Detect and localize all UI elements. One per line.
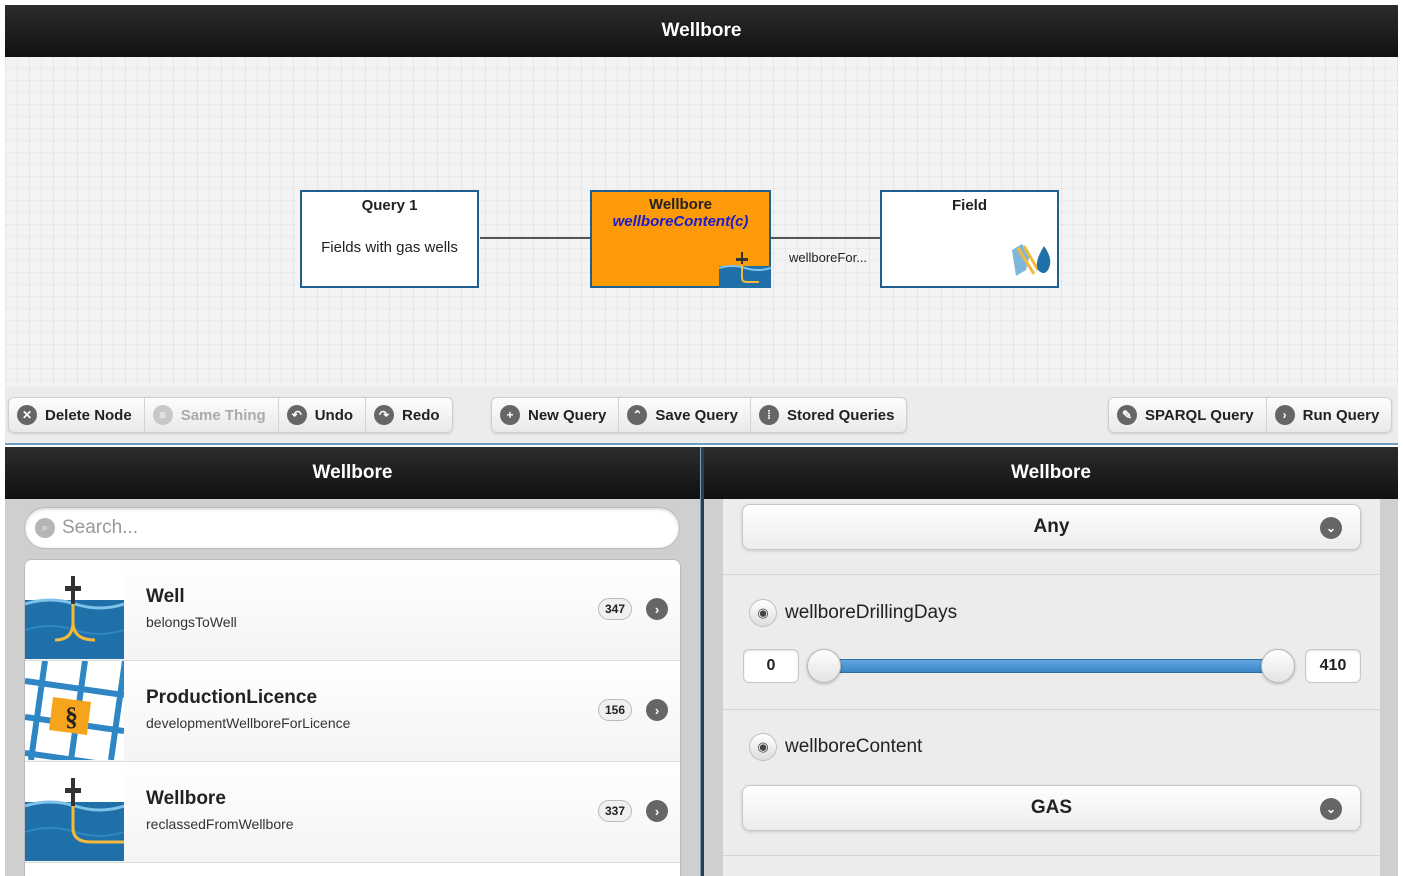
item-subtitle: developmentWellboreForLicence bbox=[146, 715, 351, 731]
content-select[interactable]: GAS ⌄ bbox=[742, 785, 1361, 831]
item-title: Well bbox=[146, 586, 185, 607]
chevron-right-icon[interactable]: › bbox=[646, 800, 668, 822]
edge-label[interactable]: wellboreFor... bbox=[789, 250, 867, 265]
facet-header: ◉ wellboreContent bbox=[749, 733, 922, 761]
save-query-button[interactable]: ⌃ Save Query bbox=[619, 398, 751, 432]
plus-icon: + bbox=[500, 405, 520, 425]
select-value: Any bbox=[1033, 516, 1070, 537]
search-bar: ⌕ bbox=[24, 507, 680, 549]
item-subtitle: belongsToWell bbox=[146, 614, 237, 630]
grid-icon: ⁞ bbox=[758, 405, 779, 425]
button-label: Save Query bbox=[655, 406, 738, 424]
range-slider-min-handle[interactable] bbox=[807, 649, 841, 683]
range-slider-max-handle[interactable] bbox=[1261, 649, 1295, 683]
node-subtitle: wellboreContent(c) bbox=[612, 213, 749, 230]
type-select[interactable]: Any ⌄ bbox=[742, 504, 1361, 550]
chevron-right-icon[interactable]: › bbox=[646, 598, 668, 620]
list-item[interactable]: Wellbore reclassedFromWellbore 337 › bbox=[25, 762, 680, 863]
navigation-panel: Wellbore ⌕ Well belongsToWell bbox=[5, 447, 700, 876]
same-thing-button[interactable]: ≡ Same Thing bbox=[145, 398, 279, 432]
eye-hidden-icon[interactable]: ◉ bbox=[749, 733, 777, 761]
button-label: Delete Node bbox=[45, 406, 132, 424]
panel-title: Wellbore bbox=[1011, 462, 1091, 483]
item-subtitle: reclassedFromWellbore bbox=[146, 816, 294, 832]
count-badge: 347 bbox=[597, 598, 632, 620]
graph-edge bbox=[771, 237, 883, 239]
toolbar: ✕ Delete Node ≡ Same Thing ↶ Undo ↷ Redo + Ne… bbox=[5, 387, 1398, 445]
range-min-input[interactable]: 0 bbox=[743, 649, 799, 683]
range-slider-track[interactable] bbox=[824, 659, 1295, 673]
button-label: Redo bbox=[402, 406, 440, 424]
run-query-button[interactable]: › Run Query bbox=[1267, 398, 1392, 432]
well-icon bbox=[25, 560, 124, 659]
list-item[interactable]: § ProductionLicence developmentWellboreF… bbox=[25, 661, 680, 762]
graph-node-wellbore[interactable]: Wellbore wellboreContent(c) bbox=[590, 190, 771, 288]
node-description: Fields with gas wells bbox=[321, 239, 458, 256]
panel-header: Wellbore bbox=[5, 447, 700, 499]
redo-button[interactable]: ↷ Redo bbox=[366, 398, 452, 432]
list-item[interactable]: Well belongsToWell 347 › bbox=[25, 560, 680, 661]
panel-header: Wellbore bbox=[704, 447, 1398, 499]
pencil-icon: ✎ bbox=[1117, 405, 1137, 425]
chevron-down-icon: ⌄ bbox=[1320, 798, 1342, 820]
graph-node-query[interactable]: Query 1 Fields with gas wells bbox=[300, 190, 479, 288]
facet-list: Any ⌄ ◉ wellboreDrillingDays 0 410 ◉ wel… bbox=[723, 499, 1380, 876]
facet-label: wellboreContent bbox=[785, 736, 923, 757]
run-button-group: ✎ SPARQL Query › Run Query bbox=[1108, 397, 1393, 433]
relation-list: Well belongsToWell 347 › § ProductionLic… bbox=[24, 559, 681, 876]
facet-label: wellboreDrillingDays bbox=[785, 602, 958, 623]
range-max-input[interactable]: 410 bbox=[1305, 649, 1361, 683]
node-title: Field bbox=[951, 197, 987, 214]
equals-icon: ≡ bbox=[152, 405, 173, 425]
select-value: GAS bbox=[1030, 797, 1073, 818]
page-header: Wellbore bbox=[5, 5, 1398, 57]
redo-icon: ↷ bbox=[374, 405, 395, 425]
wellbore-icon bbox=[719, 252, 771, 288]
sparql-query-button[interactable]: ✎ SPARQL Query bbox=[1109, 398, 1267, 432]
facet-header: ◉ wellboreDrillingDays bbox=[749, 599, 957, 627]
delete-node-button[interactable]: ✕ Delete Node bbox=[9, 398, 145, 432]
graph-node-field[interactable]: Field bbox=[880, 190, 1059, 288]
undo-button[interactable]: ↶ Undo bbox=[279, 398, 367, 432]
new-query-button[interactable]: + New Query bbox=[492, 398, 620, 432]
chevron-up-icon: ⌃ bbox=[627, 405, 648, 425]
svg-text:§: § bbox=[65, 702, 78, 731]
node-title: Wellbore bbox=[648, 196, 713, 213]
chevron-right-icon[interactable]: › bbox=[646, 699, 668, 721]
node-title: Query 1 bbox=[361, 197, 418, 214]
delete-icon: ✕ bbox=[17, 405, 37, 425]
licence-icon: § bbox=[25, 661, 124, 760]
query-graph-canvas[interactable]: wellboreFor... Query 1 Fields with gas w… bbox=[5, 57, 1398, 387]
button-label: Stored Queries bbox=[786, 406, 895, 424]
query-button-group: + New Query ⌃ Save Query ⁞ Stored Queries bbox=[491, 397, 908, 433]
page-title: Wellbore bbox=[661, 20, 742, 41]
app: Wellbore wellboreFor... Query 1 Fields w… bbox=[0, 0, 1403, 876]
eye-hidden-icon[interactable]: ◉ bbox=[749, 599, 777, 627]
button-label: Undo bbox=[314, 406, 354, 424]
panel-title: Wellbore bbox=[312, 462, 393, 483]
stored-queries-button[interactable]: ⁞ Stored Queries bbox=[751, 398, 907, 432]
button-label: New Query bbox=[528, 406, 607, 424]
search-icon: ⌕ bbox=[35, 518, 55, 538]
separator bbox=[723, 855, 1380, 856]
button-label: SPARQL Query bbox=[1145, 406, 1254, 424]
item-title: Wellbore bbox=[146, 788, 226, 809]
chevron-right-icon: › bbox=[1274, 405, 1295, 425]
facet-panel: Wellbore Any ⌄ ◉ wellboreDrillingDays 0 … bbox=[704, 447, 1398, 876]
item-title: ProductionLicence bbox=[146, 687, 318, 708]
edit-button-group: ✕ Delete Node ≡ Same Thing ↶ Undo ↷ Redo bbox=[8, 397, 453, 433]
count-badge: 156 bbox=[597, 699, 632, 721]
search-input[interactable] bbox=[62, 517, 622, 539]
separator bbox=[723, 574, 1380, 575]
count-badge: 337 bbox=[597, 800, 632, 822]
range-slider-fill bbox=[825, 659, 1294, 673]
undo-icon: ↶ bbox=[286, 405, 307, 425]
chevron-down-icon: ⌄ bbox=[1320, 517, 1342, 539]
button-label: Same Thing bbox=[180, 406, 266, 424]
wellbore-icon bbox=[25, 762, 124, 861]
graph-edge bbox=[480, 237, 592, 239]
separator bbox=[723, 709, 1380, 710]
field-icon bbox=[1012, 244, 1051, 276]
button-label: Run Query bbox=[1302, 406, 1380, 424]
